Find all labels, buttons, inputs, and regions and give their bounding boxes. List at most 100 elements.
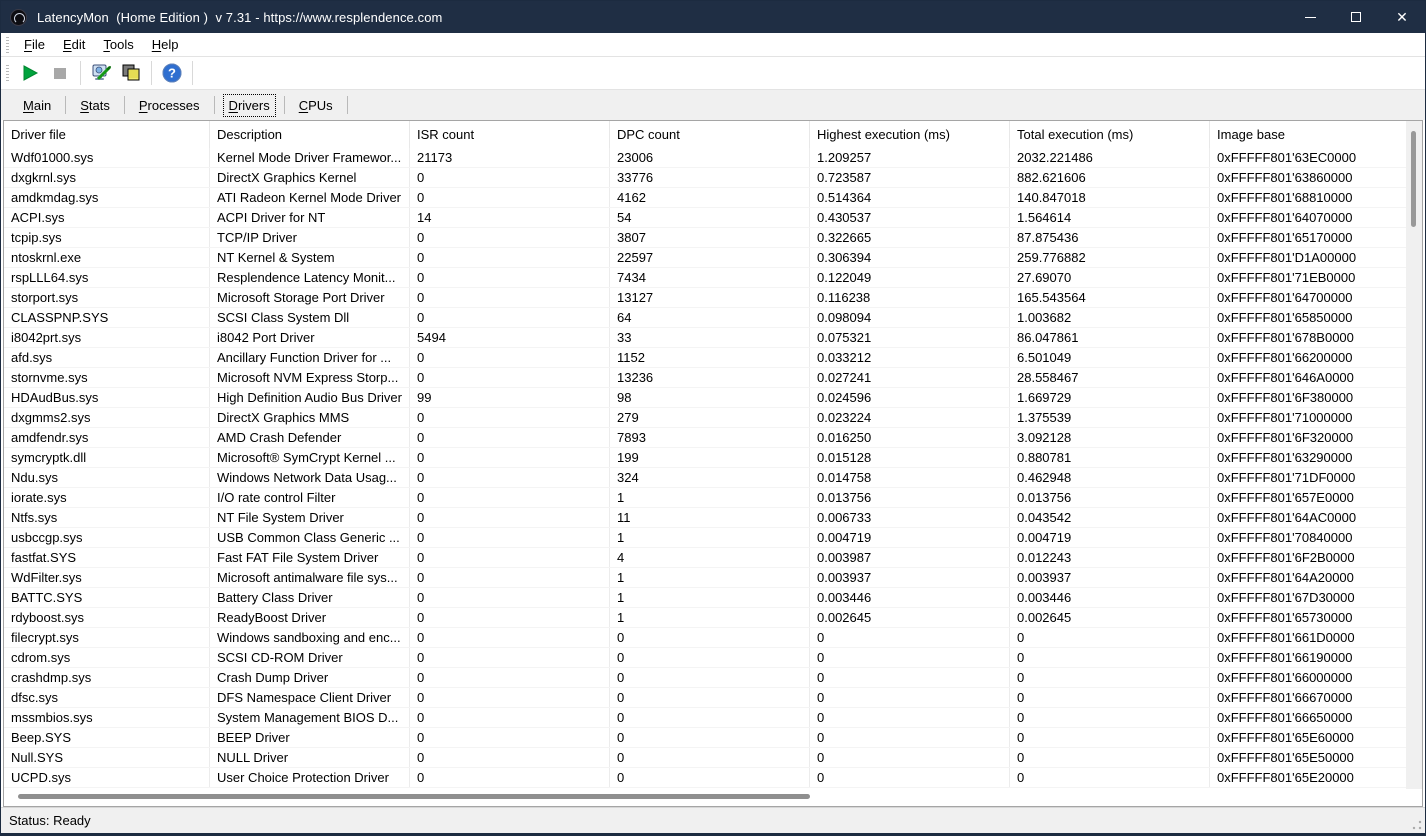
table-row[interactable]: afd.sys Ancillary Function Driver for ...… (4, 348, 1422, 368)
table-cell: 1.003682 (1010, 308, 1210, 327)
table-row[interactable]: HDAudBus.sys High Definition Audio Bus Dr… (4, 388, 1422, 408)
tab-drivers[interactable]: Drivers (222, 93, 276, 117)
table-cell: 0 (810, 768, 1010, 787)
table-cell: Resplendence Latency Monit... (210, 268, 410, 287)
table-cell: 0xFFFFF801'66000000 (1217, 670, 1353, 685)
table-row[interactable]: fastfat.SYS Fast FAT File System Driver 0 4… (4, 548, 1422, 568)
table-row[interactable]: tcpip.sys TCP/IP Driver 0 3807 0.322665 87.87… (4, 228, 1422, 248)
toolbar-separator (80, 61, 81, 85)
menu-edit[interactable]: Edit (54, 35, 94, 54)
table-cell: 0 (610, 768, 810, 787)
table-cell: 0 (1010, 768, 1210, 787)
column-header-driver-file[interactable]: Driver file (4, 121, 210, 148)
table-row[interactable]: storport.sys Microsoft Storage Port Drive… (4, 288, 1422, 308)
copy-report-button[interactable] (116, 59, 146, 87)
table-row[interactable]: usbccgp.sys USB Common Class Generic ... 0… (4, 528, 1422, 548)
table-cell: 0 (410, 408, 610, 427)
table-cell: SCSI CD-ROM Driver (210, 648, 410, 667)
table-cell: 0.116238 (810, 288, 1010, 307)
stop-monitor-button[interactable] (45, 59, 75, 87)
table-cell: 0.003937 (1010, 568, 1210, 587)
table-row[interactable]: Wdf01000.sys Kernel Mode Driver Framewor.… (4, 148, 1422, 168)
maximize-button[interactable] (1333, 1, 1379, 33)
table-cell: 13236 (610, 368, 810, 387)
table-row[interactable]: iorate.sys I/O rate control Filter 0 1 0.013… (4, 488, 1422, 508)
table-row[interactable]: crashdmp.sys Crash Dump Driver 0 0 0 0 0xFFFFF… (4, 668, 1422, 688)
column-header-dpc-count[interactable]: DPC count (610, 121, 810, 148)
column-header-description[interactable]: Description (210, 121, 410, 148)
column-header-image-base[interactable]: Image base (1210, 121, 1422, 148)
tab-strip: Main Stats Processes Drivers CPUs (1, 90, 1425, 120)
table-cell: 0xFFFFF801'66650000 (1217, 710, 1353, 725)
column-header-total-execution[interactable]: Total execution (ms) (1010, 121, 1210, 148)
toolbar-grip-handle[interactable] (6, 65, 9, 81)
table-row[interactable]: ACPI.sys ACPI Driver for NT 14 54 0.430537 1.… (4, 208, 1422, 228)
table-row[interactable]: filecrypt.sys Windows sandboxing and enc.… (4, 628, 1422, 648)
table-row[interactable]: ntoskrnl.exe NT Kernel & System 0 22597 0.30… (4, 248, 1422, 268)
options-button[interactable] (86, 59, 116, 87)
table-cell: 22597 (610, 248, 810, 267)
table-row[interactable]: Ndu.sys Windows Network Data Usag... 0 324 0… (4, 468, 1422, 488)
table-cell: 0.003987 (810, 548, 1010, 567)
column-header-isr-count[interactable]: ISR count (410, 121, 610, 148)
minimize-button[interactable] (1287, 1, 1333, 33)
table-cell: 0xFFFFF801'661D0000 (1217, 630, 1355, 645)
table-row[interactable]: Ntfs.sys NT File System Driver 0 11 0.006733… (4, 508, 1422, 528)
tab-main[interactable]: Main (19, 96, 55, 115)
vertical-scrollbar[interactable] (1406, 121, 1422, 789)
drivers-table-body: Wdf01000.sys Kernel Mode Driver Framewor.… (4, 148, 1422, 789)
table-row[interactable]: BATTC.SYS Battery Class Driver 0 1 0.003446 0… (4, 588, 1422, 608)
table-cell: 0 (410, 368, 610, 387)
tab-separator (213, 96, 215, 114)
table-row[interactable]: amdkmdag.sys ATI Radeon Kernel Mode Drive… (4, 188, 1422, 208)
table-cell: 0 (610, 748, 810, 767)
table-cell: i8042 Port Driver (210, 328, 410, 347)
table-cell: 0 (410, 728, 610, 747)
table-row[interactable]: UCPD.sys User Choice Protection Driver 0 0 0… (4, 768, 1422, 788)
table-cell: 13127 (610, 288, 810, 307)
table-row[interactable]: mssmbios.sys System Management BIOS D... 0… (4, 708, 1422, 728)
tab-cpus[interactable]: CPUs (295, 96, 337, 115)
table-cell: 64 (610, 308, 810, 327)
vertical-scrollbar-thumb[interactable] (1411, 131, 1416, 227)
table-cell: ACPI Driver for NT (210, 208, 410, 227)
horizontal-scrollbar[interactable] (4, 789, 1422, 806)
table-cell: 882.621606 (1010, 168, 1210, 187)
menu-help[interactable]: Help (143, 35, 188, 54)
table-row[interactable]: dxgkrnl.sys DirectX Graphics Kernel 0 33776… (4, 168, 1422, 188)
table-row[interactable]: WdFilter.sys Microsoft antimalware file s… (4, 568, 1422, 588)
table-cell: 0 (1010, 728, 1210, 747)
table-row[interactable]: CLASSPNP.SYS SCSI Class System Dll 0 64 0.09… (4, 308, 1422, 328)
table-row[interactable]: dxgmms2.sys DirectX Graphics MMS 0 279 0.023… (4, 408, 1422, 428)
table-cell: Microsoft NVM Express Storp... (210, 368, 410, 387)
window-controls: ✕ (1287, 1, 1425, 33)
tab-separator (346, 96, 348, 114)
table-cell: 0 (410, 428, 610, 447)
table-cell: 0.003446 (810, 588, 1010, 607)
table-row[interactable]: stornvme.sys Microsoft NVM Express Storp.… (4, 368, 1422, 388)
table-row[interactable]: i8042prt.sys i8042 Port Driver 5494 33 0.075… (4, 328, 1422, 348)
horizontal-scrollbar-thumb[interactable] (18, 794, 810, 799)
table-row[interactable]: Beep.SYS BEEP Driver 0 0 0 0 0xFFFFF801'65E600… (4, 728, 1422, 748)
start-monitor-button[interactable] (15, 59, 45, 87)
table-cell: 0 (410, 708, 610, 727)
table-row[interactable]: rdyboost.sys ReadyBoost Driver 0 1 0.002645 0… (4, 608, 1422, 628)
tab-stats[interactable]: Stats (76, 96, 114, 115)
menubar-grip-handle[interactable] (6, 36, 9, 53)
table-row[interactable]: cdrom.sys SCSI CD-ROM Driver 0 0 0 0 0xFFFFF80… (4, 648, 1422, 668)
menu-file[interactable]: File (15, 35, 54, 54)
table-row[interactable]: symcryptk.dll Microsoft® SymCrypt Kernel … (4, 448, 1422, 468)
table-row[interactable]: rspLLL64.sys Resplendence Latency Monit..… (4, 268, 1422, 288)
column-header-highest-execution[interactable]: Highest execution (ms) (810, 121, 1010, 148)
close-button[interactable]: ✕ (1379, 1, 1425, 33)
help-button[interactable]: ? (157, 59, 187, 87)
table-row[interactable]: dfsc.sys DFS Namespace Client Driver 0 0 0 0 0… (4, 688, 1422, 708)
table-row[interactable]: amdfendr.sys AMD Crash Defender 0 7893 0.016… (4, 428, 1422, 448)
table-cell: HDAudBus.sys (4, 388, 210, 407)
table-cell: 0.024596 (810, 388, 1010, 407)
table-row[interactable]: Null.SYS NULL Driver 0 0 0 0 0xFFFFF801'65E500… (4, 748, 1422, 768)
table-cell: 0.004719 (1010, 528, 1210, 547)
tab-processes[interactable]: Processes (135, 96, 204, 115)
menu-tools[interactable]: Tools (94, 35, 142, 54)
resize-grip[interactable] (1412, 820, 1422, 830)
